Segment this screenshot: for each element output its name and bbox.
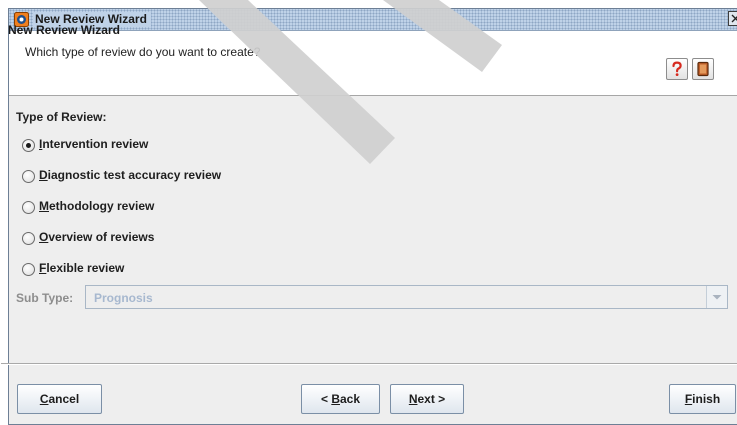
radio-button[interactable] — [22, 170, 35, 183]
sub-type-select[interactable]: Prognosis — [85, 285, 728, 309]
finish-button[interactable]: Finish — [669, 384, 736, 414]
button-bar-divider — [1, 363, 737, 365]
radio-label[interactable]: Intervention review — [39, 137, 148, 151]
radio-button[interactable] — [22, 263, 35, 276]
book-button[interactable] — [692, 58, 714, 80]
radio-button[interactable] — [22, 139, 35, 152]
radio-label[interactable]: Methodology review — [39, 199, 154, 213]
next-button[interactable]: Next > — [390, 384, 464, 414]
cancel-button[interactable]: Cancel — [17, 384, 102, 414]
header-title: New Review Wizard — [8, 23, 120, 37]
radio-button[interactable] — [22, 232, 35, 245]
help-button[interactable] — [666, 58, 688, 80]
radio-label[interactable]: Flexible review — [39, 261, 124, 275]
radio-button[interactable] — [22, 201, 35, 214]
radio-label[interactable]: Diagnostic test accuracy review — [39, 168, 221, 182]
radio-selected-dot — [26, 143, 31, 148]
type-of-review-label: Type of Review: — [16, 110, 107, 124]
header-subtitle: Which type of review do you want to crea… — [25, 45, 261, 59]
question-mark-icon — [672, 61, 682, 76]
sub-type-label: Sub Type: — [16, 291, 74, 305]
sub-type-value: Prognosis — [94, 291, 153, 305]
wizard-header — [9, 31, 737, 96]
radio-label[interactable]: Overview of reviews — [39, 230, 154, 244]
close-icon[interactable] — [728, 11, 737, 26]
book-icon — [697, 61, 709, 77]
chevron-down-icon[interactable] — [706, 286, 727, 308]
back-button[interactable]: < Back — [301, 384, 380, 414]
